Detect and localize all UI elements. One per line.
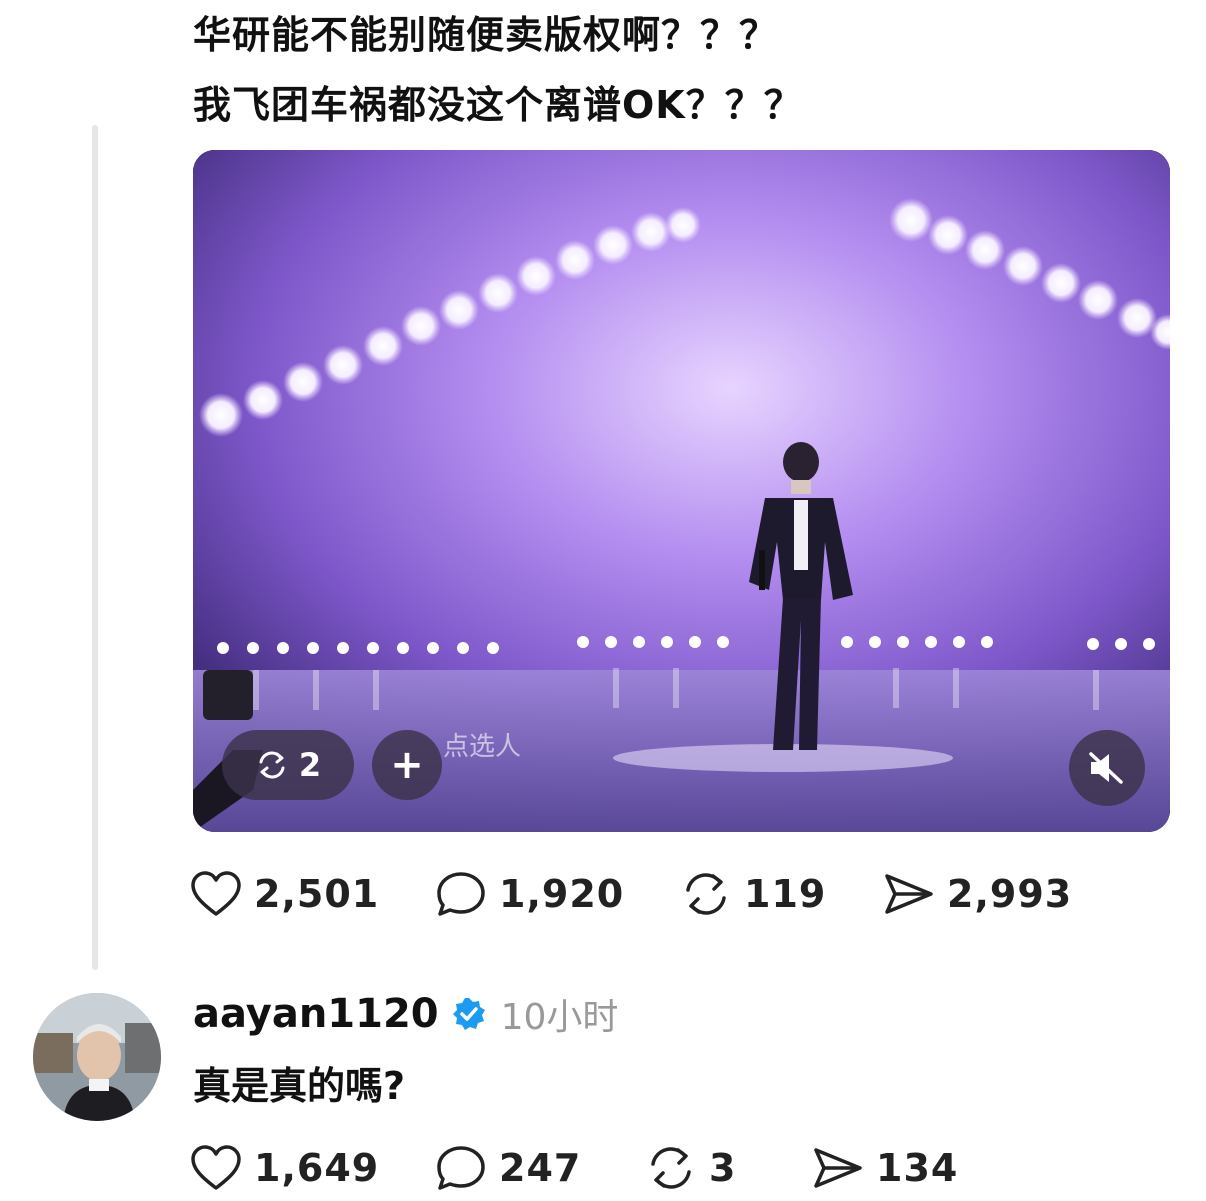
reply-repost-count: 3 — [709, 1146, 737, 1190]
reply-share-button[interactable]: 134 — [812, 1144, 958, 1192]
like-count: 2,501 — [254, 872, 380, 916]
repost-count: 119 — [744, 872, 827, 916]
reply-body: 真是真的嗎? — [193, 1064, 406, 1108]
like-button[interactable]: 2,501 — [190, 870, 435, 918]
reply-comment-button[interactable]: 247 — [435, 1144, 645, 1192]
speaker-muted-icon — [1089, 752, 1123, 784]
reply-action-bar: 1,649 247 3 134 — [190, 1144, 958, 1192]
heart-icon — [191, 1145, 241, 1190]
username[interactable]: aayan1120 — [193, 991, 439, 1037]
thread-connector-line — [92, 125, 98, 970]
post-action-bar: 2,501 1,920 119 2,993 — [190, 870, 1072, 918]
heart-icon — [191, 871, 241, 916]
comment-bubble-icon — [437, 1146, 485, 1190]
media-repost-button[interactable]: 2 — [222, 730, 354, 800]
media-add-button[interactable]: + — [372, 730, 442, 800]
send-icon — [885, 874, 933, 914]
repost-icon — [686, 873, 726, 915]
reply-count: 1,920 — [499, 872, 625, 916]
verified-badge-icon — [452, 998, 485, 1030]
post-video[interactable]: 点选人 — [193, 150, 1170, 832]
video-overlay-caption: 点选人 — [443, 731, 521, 761]
repost-icon — [259, 751, 285, 779]
repost-icon — [651, 1147, 691, 1189]
send-icon — [814, 1148, 862, 1188]
reply-like-button[interactable]: 1,649 — [190, 1144, 435, 1192]
comment-bubble-icon — [437, 872, 485, 916]
reply-share-count: 134 — [876, 1146, 959, 1190]
reply-author-row: aayan1120 10小时 — [193, 988, 618, 1040]
media-repost-count: 2 — [298, 746, 322, 784]
reply-comment-count: 247 — [499, 1146, 582, 1190]
reply-button[interactable]: 1,920 — [435, 870, 680, 918]
mute-toggle-button[interactable] — [1069, 730, 1145, 806]
post-text-line-1: 华研能不能别随便卖版权啊？？？ — [193, 13, 779, 57]
post-body: 华研能不能别随便卖版权啊？？？ 我飞团车祸都没这个离谱OK？？？ — [193, 0, 803, 140]
repost-button[interactable]: 119 — [680, 870, 883, 918]
stage-video-frame: 点选人 — [193, 150, 1170, 832]
avatar-photo — [33, 993, 161, 1121]
reply-like-count: 1,649 — [254, 1146, 380, 1190]
avatar[interactable] — [33, 993, 161, 1121]
plus-icon: + — [390, 742, 424, 788]
share-count: 2,993 — [947, 872, 1073, 916]
reply-timestamp: 10小时 — [500, 997, 619, 1038]
post-text-line-2: 我飞团车祸都没这个离谱OK？？？ — [193, 83, 803, 127]
share-button[interactable]: 2,993 — [883, 870, 1072, 918]
reply-repost-button[interactable]: 3 — [645, 1144, 812, 1192]
